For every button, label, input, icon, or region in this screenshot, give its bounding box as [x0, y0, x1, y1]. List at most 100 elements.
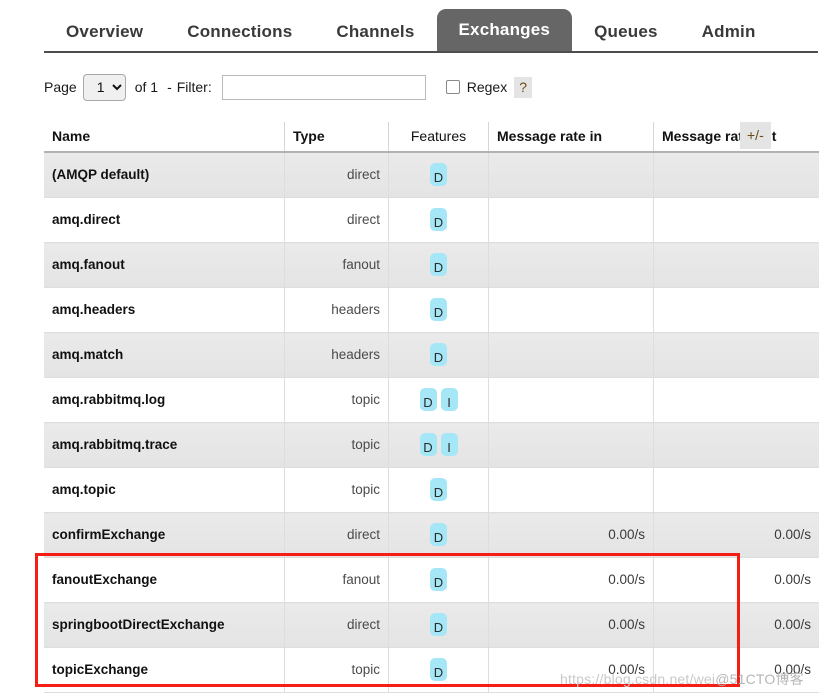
nav-tab-exchanges[interactable]: Exchanges: [436, 9, 573, 53]
table-row[interactable]: amq.rabbitmq.log topic D I: [44, 377, 819, 423]
filter-label: Filter:: [176, 79, 212, 95]
cell-exchange-name[interactable]: fanoutExchange: [44, 557, 285, 603]
nav-tab-channels[interactable]: Channels: [314, 13, 436, 53]
cell-exchange-name[interactable]: topicExchange: [44, 647, 285, 693]
feature-badge-i: I: [440, 433, 458, 456]
table-row[interactable]: amq.direct direct D: [44, 197, 819, 243]
table-head: Name Type Features Message rate in Messa…: [44, 122, 819, 153]
table-row[interactable]: amq.match headers D: [44, 332, 819, 378]
cell-exchange-type: direct: [284, 602, 389, 648]
cell-message-rate-out: [653, 152, 819, 198]
cell-message-rate-in: [488, 242, 654, 288]
cell-exchange-type: fanout: [284, 242, 389, 288]
cell-message-rate-out: [653, 377, 819, 423]
table-row[interactable]: confirmExchange direct D 0.00/s 0.00/s: [44, 512, 819, 558]
cell-exchange-name[interactable]: amq.headers: [44, 287, 285, 333]
cell-exchange-type: direct: [284, 197, 389, 243]
feature-badge-d: D: [430, 343, 447, 366]
cell-features: D: [388, 512, 489, 558]
cell-features: D: [388, 602, 489, 648]
cell-message-rate-in: 0.00/s: [488, 602, 654, 648]
nav-tab-queues[interactable]: Queues: [572, 13, 680, 53]
cell-message-rate-out: [653, 242, 819, 288]
feature-badge-d: D: [430, 478, 447, 501]
cell-exchange-type: direct: [284, 152, 389, 198]
cell-features: D: [388, 197, 489, 243]
watermark-url: https://blog.csdn.net/wei: [560, 671, 716, 687]
regex-checkbox[interactable]: [445, 80, 460, 94]
watermark-suffix: @51CTO博客: [715, 671, 804, 687]
nav-tab-admin[interactable]: Admin: [680, 13, 778, 53]
page-select[interactable]: 1: [82, 73, 126, 101]
table-header-row: Name Type Features Message rate in Messa…: [44, 122, 819, 153]
feature-badge-d: D: [430, 298, 447, 321]
table-row[interactable]: springbootDirectExchange direct D 0.00/s 0.0…: [44, 602, 819, 648]
column-header-name[interactable]: Name: [44, 122, 285, 153]
main-navigation: Overview Connections Channels Exchanges Queu…: [0, 0, 834, 53]
cell-exchange-type: topic: [284, 377, 389, 423]
cell-message-rate-out: [653, 332, 819, 378]
cell-exchange-type: headers: [284, 332, 389, 378]
cell-message-rate-in: [488, 197, 654, 243]
column-header-message-rate-out[interactable]: Message rate out: [653, 122, 819, 153]
toggle-columns-button[interactable]: +/-: [740, 122, 771, 149]
cell-exchange-name[interactable]: amq.topic: [44, 467, 285, 513]
cell-features: DI: [388, 422, 489, 468]
cell-message-rate-in: [488, 467, 654, 513]
table-body: (AMQP default) direct Damq.direct direct Dam…: [44, 152, 819, 693]
cell-exchange-name[interactable]: amq.direct: [44, 197, 285, 243]
feature-badge-d: D: [430, 613, 447, 636]
cell-exchange-name[interactable]: amq.match: [44, 332, 285, 378]
cell-message-rate-out: 0.00/s: [653, 602, 819, 648]
nav-tab-overview[interactable]: Overview: [44, 13, 165, 53]
table-row[interactable]: amq.rabbitmq.trace topic D I: [44, 422, 819, 468]
exchanges-table-zone: Name Type Features Message rate in Messa…: [0, 122, 834, 693]
cell-message-rate-in: [488, 422, 654, 468]
cell-exchange-name[interactable]: amq.fanout: [44, 242, 285, 288]
table-row[interactable]: (AMQP default) direct D: [44, 152, 819, 198]
cell-exchange-name[interactable]: confirmExchange: [44, 512, 285, 558]
cell-features: D: [388, 467, 489, 513]
nav-tab-connections[interactable]: Connections: [165, 13, 314, 53]
cell-message-rate-out: [653, 197, 819, 243]
cell-exchange-type: fanout: [284, 557, 389, 603]
cell-features: D: [388, 287, 489, 333]
feature-badge-d: D: [430, 163, 447, 186]
cell-message-rate-in: [488, 287, 654, 333]
cell-exchange-type: topic: [284, 467, 389, 513]
cell-message-rate-in: 0.00/s: [488, 512, 654, 558]
feature-badge-d: D: [430, 523, 447, 546]
cell-exchange-name[interactable]: amq.rabbitmq.trace: [44, 422, 285, 468]
cell-message-rate-out: 0.00/s: [653, 512, 819, 558]
feature-badge-d: D: [419, 433, 437, 456]
nav-tab-list: Overview Connections Channels Exchanges Queu…: [44, 0, 834, 53]
cell-message-rate-in: 0.00/s: [488, 557, 654, 603]
exchanges-table: Name Type Features Message rate in Messa…: [44, 122, 819, 693]
cell-message-rate-out: 0.00/s: [653, 557, 819, 603]
feature-badge-d: D: [430, 253, 447, 276]
cell-exchange-type: topic: [284, 422, 389, 468]
cell-exchange-type: headers: [284, 287, 389, 333]
table-row[interactable]: amq.fanout fanout D: [44, 242, 819, 288]
table-row[interactable]: amq.headers headers D: [44, 287, 819, 333]
table-row[interactable]: fanoutExchange fanout D 0.00/s 0.00/s: [44, 557, 819, 603]
nav-underline: [44, 51, 818, 53]
filter-input[interactable]: [221, 74, 426, 100]
feature-badge-d: D: [430, 208, 447, 231]
cell-exchange-name[interactable]: (AMQP default): [44, 152, 285, 198]
table-row[interactable]: amq.topic topic D: [44, 467, 819, 513]
feature-badge-d: D: [430, 568, 447, 591]
regex-label: Regex: [466, 79, 508, 95]
feature-badge-d: D: [419, 388, 437, 411]
cell-features: D: [388, 647, 489, 693]
column-header-message-rate-in[interactable]: Message rate in: [488, 122, 654, 153]
column-header-type[interactable]: Type: [284, 122, 389, 153]
feature-badge-i: I: [440, 388, 458, 411]
cell-exchange-name[interactable]: amq.rabbitmq.log: [44, 377, 285, 423]
help-icon[interactable]: ?: [514, 76, 532, 98]
cell-exchange-type: direct: [284, 512, 389, 558]
regex-control: Regex ?: [445, 76, 532, 98]
cell-exchange-name[interactable]: springbootDirectExchange: [44, 602, 285, 648]
cell-features: D: [388, 557, 489, 603]
cell-exchange-type: topic: [284, 647, 389, 693]
